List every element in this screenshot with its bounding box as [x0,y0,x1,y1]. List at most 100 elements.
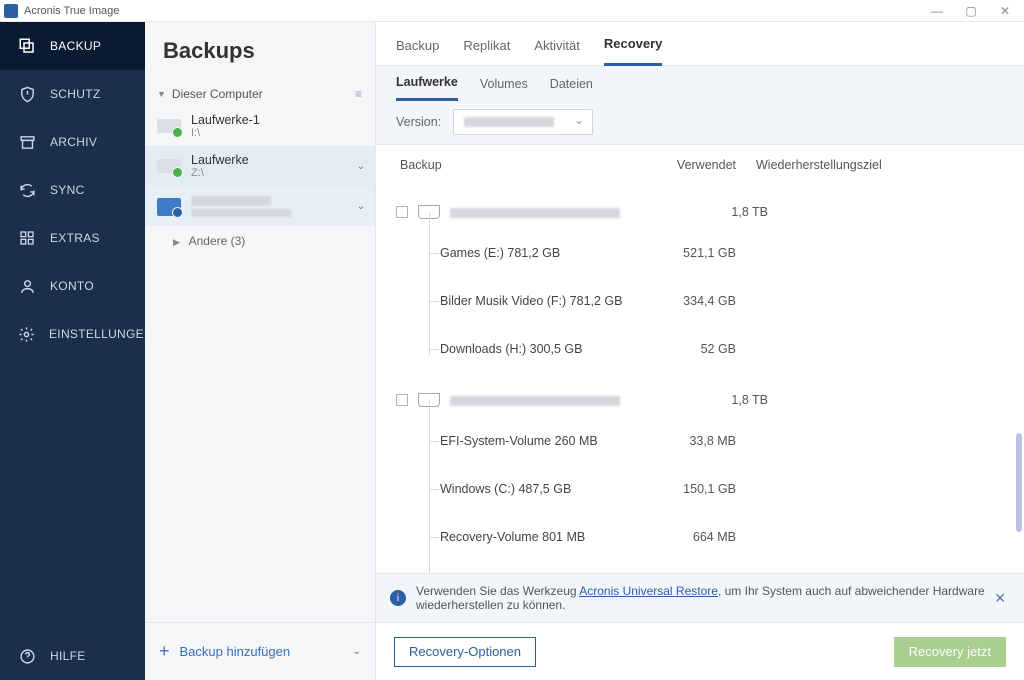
universal-restore-link[interactable]: Acronis Universal Restore [579,584,718,598]
stack-icon [18,37,36,55]
partition-row[interactable]: Recovery-Volume 801 MB 664 MB [396,513,1004,561]
partition-used: 52 GB [656,342,756,356]
backup-item-path [191,207,353,219]
sidebar-item-label: EXTRAS [50,231,100,245]
chevron-down-icon: ⌄ [353,646,361,657]
backup-item-selected[interactable]: Laufwerke Z:\ ⌄ [145,146,375,186]
subtab-dateien[interactable]: Dateien [550,77,593,100]
sidebar-item-backup[interactable]: BACKUP [0,22,145,70]
scrollbar[interactable] [1016,215,1022,567]
partition-used: 521,1 GB [656,246,756,260]
subtab-laufwerke[interactable]: Laufwerke [396,75,458,101]
sidebar-item-label: SYNC [50,183,85,197]
window-minimize-button[interactable]: — [920,0,954,22]
main: Backup Replikat Aktivität Recovery Laufw… [376,22,1024,680]
other-group[interactable]: ▶ Andere (3) [145,226,375,256]
col-backup: Backup [396,158,656,172]
sidebar-item-archiv[interactable]: ARCHIV [0,118,145,166]
app-title: Acronis True Image [24,5,119,17]
sidebar-item-konto[interactable]: KONTO [0,262,145,310]
backup-item-path: I:\ [191,127,365,139]
partition-name: Games (E:) 781,2 GB [440,246,656,260]
group-header[interactable]: ▼ Dieser Computer ≡ [145,82,375,106]
disk-row[interactable]: 1,8 TB [396,383,1004,417]
close-info-button[interactable]: ✕ [990,590,1010,607]
sidebar-item-label: KONTO [50,279,94,293]
partition-row[interactable]: Windows (C:) 487,5 GB 150,1 GB [396,465,1004,513]
version-select[interactable] [453,109,593,135]
sidebar-item-label: BACKUP [50,39,101,53]
backups-panel: Backups ▼ Dieser Computer ≡ Laufwerke-1 … [145,22,376,680]
tab-recovery[interactable]: Recovery [604,36,663,66]
sidebar-item-extras[interactable]: EXTRAS [0,214,145,262]
backup-item-name: Laufwerke [191,153,353,167]
info-icon: i [390,590,406,606]
disk-row[interactable]: 1,8 TB [396,195,1004,229]
grid-icon [18,229,36,247]
partition-name: Recovery-Volume 801 MB [440,530,656,544]
group-label: Dieser Computer [172,87,263,101]
disk-name [450,393,688,407]
info-strip: i Verwenden Sie das Werkzeug Acronis Uni… [376,573,1024,622]
sidebar-item-hilfe[interactable]: HILFE [0,632,145,680]
disk-size: 1,8 TB [688,205,788,219]
backup-item-name [191,193,353,207]
other-label: Andere (3) [189,234,246,248]
subbar: Laufwerke Volumes Dateien Version: [376,66,1024,145]
partition-used: 664 MB [656,530,756,544]
window-close-button[interactable]: ✕ [988,0,1022,22]
col-used: Verwendet [656,158,756,172]
info-text: Verwenden Sie das Werkzeug Acronis Unive… [416,584,990,612]
add-backup-label: Backup hinzufügen [180,644,291,659]
partition-row[interactable]: EFI-System-Volume 260 MB 33,8 MB [396,417,1004,465]
disk-checkbox[interactable] [396,206,408,218]
backup-item[interactable]: Laufwerke-1 I:\ [145,106,375,146]
sidebar: BACKUP SCHUTZ ARCHIV SYNC EXTRAS KONTO E… [0,22,145,680]
version-label: Version: [396,115,441,129]
partition-row[interactable]: Daten (D:) 869,1 GB 239,1 GB [396,561,1004,573]
disk-size: 1,8 TB [688,393,788,407]
drive-icon [157,156,181,176]
sidebar-item-einstellungen[interactable]: EINSTELLUNGEN [0,310,145,358]
partition-name: Bilder Musik Video (F:) 781,2 GB [440,294,656,308]
sidebar-item-schutz[interactable]: SCHUTZ [0,70,145,118]
sidebar-item-sync[interactable]: SYNC [0,166,145,214]
sidebar-item-label: EINSTELLUNGEN [49,327,153,341]
backup-item-pc[interactable]: ⌄ [145,186,375,226]
partition-name: Windows (C:) 487,5 GB [440,482,656,496]
partition-name: Downloads (H:) 300,5 GB [440,342,656,356]
pc-icon [157,198,181,216]
partition-name: EFI-System-Volume 260 MB [440,434,656,448]
tab-aktivitat[interactable]: Aktivität [534,38,580,65]
partition-row[interactable]: Games (E:) 781,2 GB 521,1 GB [396,229,1004,277]
partition-used: 334,4 GB [656,294,756,308]
col-target: Wiederherstellungsziel [756,158,1004,172]
plus-icon: + [159,641,170,662]
group-menu-icon[interactable]: ≡ [355,87,363,101]
app-logo-icon [4,4,18,18]
sidebar-item-label: HILFE [50,649,86,663]
tabs: Backup Replikat Aktivität Recovery [376,22,1024,66]
drive-icon [157,116,181,136]
partition-row[interactable]: Bilder Musik Video (F:) 781,2 GB 334,4 G… [396,277,1004,325]
backup-item-path: Z:\ [191,167,353,179]
titlebar: Acronis True Image — ▢ ✕ [0,0,1024,22]
subtab-volumes[interactable]: Volumes [480,77,528,100]
recovery-options-button[interactable]: Recovery-Optionen [394,637,536,667]
help-icon [18,647,36,665]
partition-row[interactable]: Downloads (H:) 300,5 GB 52 GB [396,325,1004,373]
disk-checkbox[interactable] [396,394,408,406]
sidebar-item-label: SCHUTZ [50,87,100,101]
sidebar-item-label: ARCHIV [50,135,97,149]
window-maximize-button[interactable]: ▢ [954,0,988,22]
recovery-now-button[interactable]: Recovery jetzt [894,637,1006,667]
chevron-down-icon: ⌄ [357,161,365,172]
tab-backup[interactable]: Backup [396,38,439,65]
gear-icon [18,325,35,343]
add-backup-button[interactable]: + Backup hinzufügen ⌄ [145,622,375,680]
tab-replikat[interactable]: Replikat [463,38,510,65]
panel-title: Backups [145,22,375,82]
partition-used: 150,1 GB [656,482,756,496]
shield-icon [18,85,36,103]
chevron-down-icon: ⌄ [357,201,365,212]
